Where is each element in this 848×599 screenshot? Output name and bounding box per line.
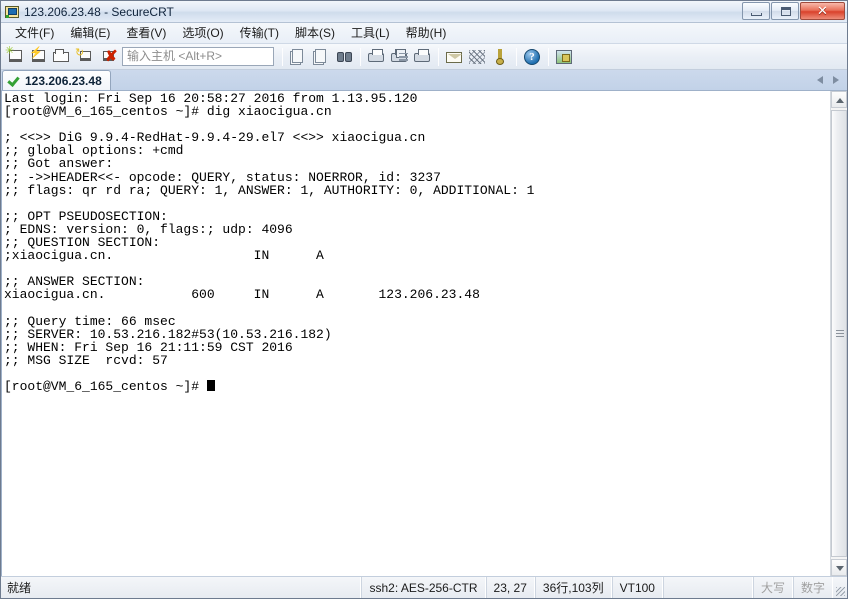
log-session-icon[interactable]: [365, 46, 387, 68]
close-icon: ✕: [817, 3, 828, 18]
menu-help[interactable]: 帮助(H): [398, 22, 455, 44]
terminal-line: ;; MSG SIZE rcvd: 57: [4, 352, 168, 368]
menu-bar: 文件(F) 编辑(E) 查看(V) 选项(O) 传输(T) 脚本(S) 工具(L…: [1, 23, 847, 44]
minimize-icon: [751, 13, 762, 16]
status-emulation: VT100: [611, 577, 663, 598]
tab-bar: 123.206.23.48: [1, 70, 847, 91]
terminal-line: ;; global options: +cmd: [4, 143, 184, 159]
status-caps-lock: 大写: [752, 577, 793, 598]
window-title: 123.206.23.48 - SecureCRT: [24, 4, 174, 19]
resize-grip-icon[interactable]: [833, 577, 847, 598]
window-controls: ✕: [741, 1, 845, 21]
scrollbar-thumb[interactable]: [831, 110, 847, 557]
tab-label: 123.206.23.48: [25, 73, 102, 88]
scrollbar-grip-icon: [836, 329, 844, 338]
session-manager-icon[interactable]: [50, 46, 72, 68]
print-screen-icon[interactable]: [388, 46, 410, 68]
title-bar: 123.206.23.48 - SecureCRT ✕: [1, 1, 847, 23]
status-bar: 就绪 ssh2: AES-256-CTR 23, 27 36行,103列 VT1…: [1, 576, 847, 598]
session-options-icon[interactable]: [553, 46, 575, 68]
key-exchange-icon[interactable]: [466, 46, 488, 68]
disconnect-icon[interactable]: ✘: [96, 46, 118, 68]
maximize-icon: [781, 7, 791, 16]
new-session-icon[interactable]: ✳: [4, 45, 26, 68]
status-ready: 就绪: [1, 577, 362, 598]
tab-session-123-206-23-48[interactable]: 123.206.23.48: [2, 70, 111, 90]
maximize-button[interactable]: [771, 2, 799, 20]
terminal-line: ;; Got answer:: [4, 156, 114, 172]
scroll-up-arrow-icon[interactable]: [831, 91, 847, 108]
terminal-line: ;; SERVER: 10.53.216.182#53(10.53.216.18…: [4, 326, 332, 342]
terminal-line: [root@VM_6_165_centos ~]# dig xiaocigua.…: [4, 104, 332, 120]
toolbar-separator-4: [516, 47, 517, 66]
find-icon[interactable]: [333, 46, 355, 68]
menu-view[interactable]: 查看(V): [118, 22, 174, 44]
terminal-line: ;; flags: qr rd ra; QUERY: 1, ANSWER: 1,…: [4, 182, 535, 198]
menu-file[interactable]: 文件(F): [7, 22, 62, 44]
menu-edit[interactable]: 编辑(E): [62, 22, 118, 44]
terminal-area: Last login: Fri Sep 16 20:58:27 2016 fro…: [1, 91, 847, 576]
terminal-line: ;xiaocigua.cn. IN A: [4, 248, 324, 264]
copy-icon[interactable]: [287, 46, 309, 68]
status-num-lock: 数字: [792, 577, 833, 598]
help-icon[interactable]: ?: [521, 46, 543, 68]
scroll-tabs-right-icon[interactable]: [828, 73, 843, 88]
toolbar-separator-2: [360, 47, 361, 66]
scroll-tabs-left-icon[interactable]: [813, 73, 828, 88]
status-dimensions: 36行,103列: [534, 577, 612, 598]
connected-check-icon: [8, 74, 21, 87]
menu-script[interactable]: 脚本(S): [287, 22, 343, 44]
terminal-line: ;; OPT PSEUDOSECTION:: [4, 208, 168, 224]
menu-tools[interactable]: 工具(L): [343, 22, 398, 44]
terminal-line: ;; Query time: 66 msec: [4, 313, 176, 329]
close-button[interactable]: ✕: [800, 2, 845, 20]
scroll-down-arrow-icon[interactable]: [831, 559, 847, 576]
menu-transfer[interactable]: 传输(T): [232, 22, 287, 44]
send-mail-icon[interactable]: [443, 46, 465, 68]
securecrt-icon: [4, 4, 20, 20]
vertical-scrollbar[interactable]: [830, 91, 847, 576]
toolbar-separator-1: [282, 47, 283, 66]
securecrt-window: 123.206.23.48 - SecureCRT ✕ 文件(F) 编辑(E) …: [0, 0, 848, 599]
block-cursor: [206, 380, 215, 392]
quick-connect-icon[interactable]: ⚡: [27, 46, 49, 68]
paste-icon[interactable]: [310, 46, 332, 68]
terminal-prompt-line: [root@VM_6_165_centos ~]#: [4, 380, 830, 393]
key-icon[interactable]: [489, 46, 511, 68]
host-input[interactable]: 输入主机 <Alt+R>: [122, 47, 274, 66]
status-cipher: ssh2: AES-256-CTR: [361, 577, 486, 598]
scrollbar-track[interactable]: [831, 108, 847, 559]
shell-prompt: [root@VM_6_165_centos ~]#: [4, 379, 207, 395]
toolbar-separator-3: [438, 47, 439, 66]
terminal-screen[interactable]: Last login: Fri Sep 16 20:58:27 2016 fro…: [2, 91, 830, 576]
toolbar-separator-5: [548, 47, 549, 66]
terminal-line: ;; WHEN: Fri Sep 16 21:11:59 CST 2016: [4, 339, 293, 355]
status-cursor-position: 23, 27: [485, 577, 535, 598]
minimize-button[interactable]: [742, 2, 770, 20]
toolbar: ✳ ⚡ ↻ ✘ 输入主机 <Alt+R> ?: [1, 44, 847, 70]
terminal-line: xiaocigua.cn. 600 IN A 123.206.23.48: [4, 287, 480, 303]
status-spacer: [662, 577, 753, 598]
reconnect-icon[interactable]: ↻: [73, 46, 95, 68]
print-icon[interactable]: [411, 46, 433, 68]
tab-nav: [813, 73, 843, 88]
terminal-line: ;; ->>HEADER<<- opcode: QUERY, status: N…: [4, 169, 441, 185]
menu-options[interactable]: 选项(O): [174, 22, 231, 44]
